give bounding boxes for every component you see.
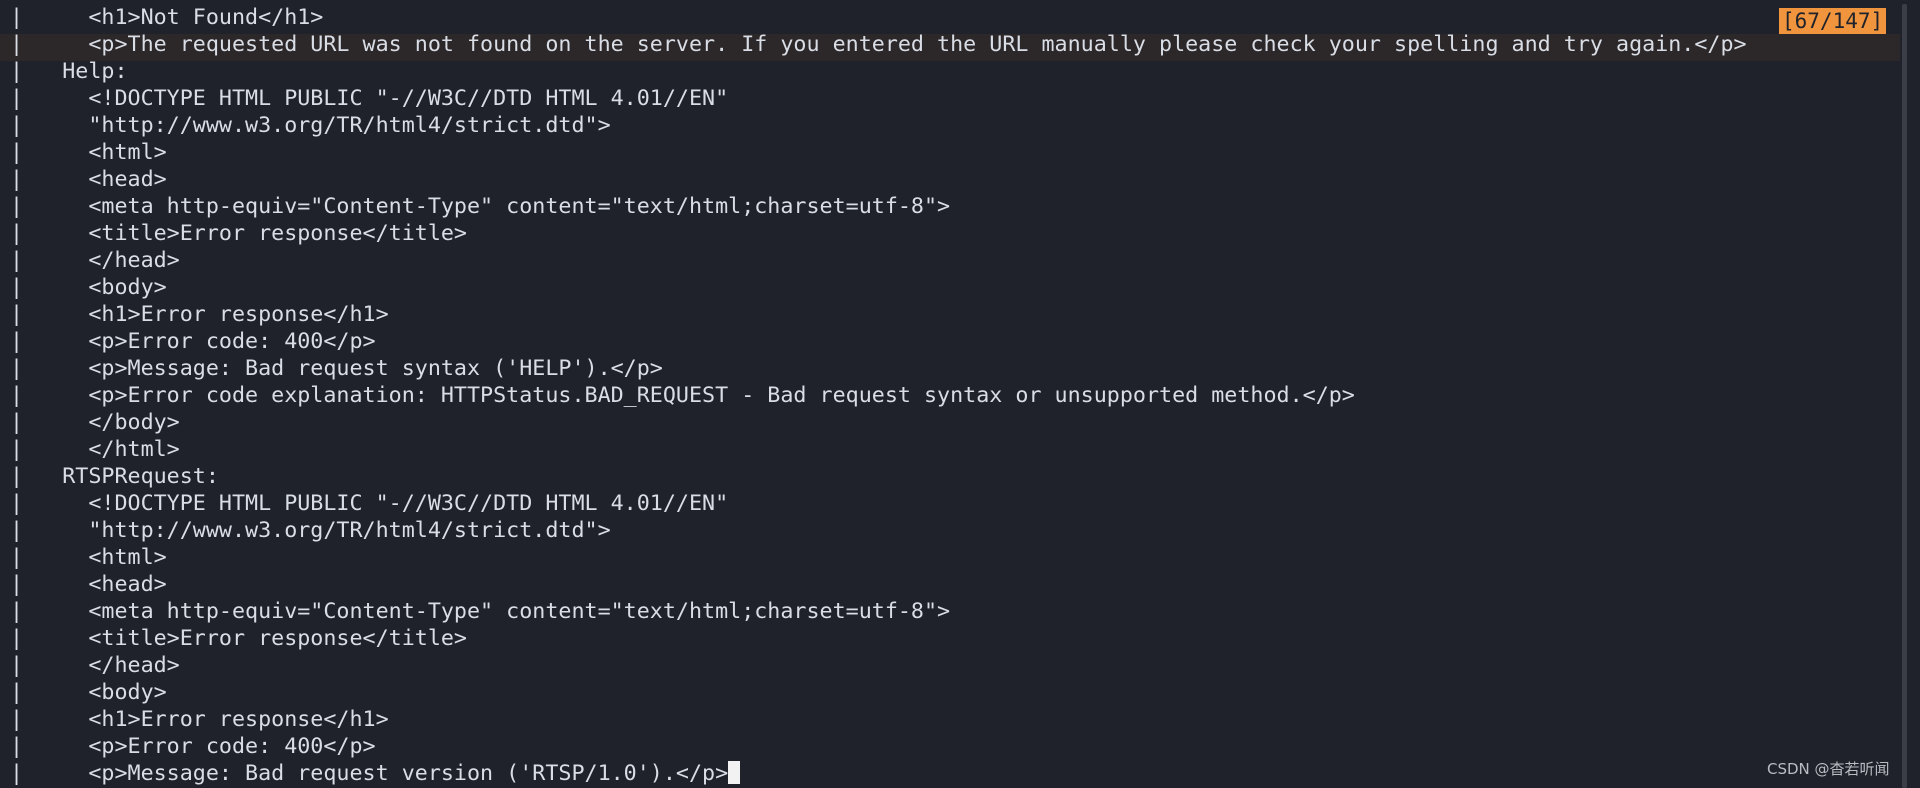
text-cursor (728, 761, 741, 784)
terminal-line: | <p>Error code explanation: HTTPStatus.… (10, 383, 1355, 408)
terminal-line: | RTSPRequest: (10, 464, 219, 489)
terminal-line: | </body> (10, 410, 180, 435)
terminal-line: | <head> (10, 167, 167, 192)
terminal-line: | "http://www.w3.org/TR/html4/strict.dtd… (10, 113, 611, 138)
terminal-line: | <h1>Error response</h1> (10, 707, 389, 732)
terminal-line: | Help: (10, 59, 128, 84)
terminal-line: | <html> (10, 140, 167, 165)
terminal-line: | <head> (10, 572, 167, 597)
terminal-line: | <p>Message: Bad request syntax ('HELP'… (10, 356, 663, 381)
terminal-line: | <html> (10, 545, 167, 570)
terminal-line: | </head> (10, 248, 180, 273)
terminal-line: | <title>Error response</title> (10, 221, 467, 246)
terminal-line: | <!DOCTYPE HTML PUBLIC "-//W3C//DTD HTM… (10, 491, 729, 516)
terminal-output[interactable]: | <h1>Not Found</h1> | <p>The requested U… (10, 4, 1747, 787)
terminal-line: | </html> (10, 437, 180, 462)
terminal-line: | <meta http-equiv="Content-Type" conten… (10, 194, 951, 219)
terminal-line: | <meta http-equiv="Content-Type" conten… (10, 599, 951, 624)
terminal-line: | <body> (10, 680, 167, 705)
scrollbar[interactable] (1902, 4, 1907, 788)
terminal-line: | <p>Message: Bad request version ('RTSP… (10, 760, 1747, 787)
pager-position-badge: [67/147] (1779, 8, 1887, 34)
terminal-line: | <h1>Not Found</h1> (10, 5, 324, 30)
terminal-line: | <p>Error code: 400</p> (10, 329, 376, 354)
terminal-line: | "http://www.w3.org/TR/html4/strict.dtd… (10, 518, 611, 543)
terminal-line: | <title>Error response</title> (10, 626, 467, 651)
terminal-line: | <h1>Error response</h1> (10, 302, 389, 327)
terminal-line: | <!DOCTYPE HTML PUBLIC "-//W3C//DTD HTM… (10, 86, 729, 111)
watermark: CSDN @杳若听闻 (1767, 760, 1890, 778)
terminal-line: | <p>Error code: 400</p> (10, 734, 376, 759)
terminal-line: | <body> (10, 275, 167, 300)
terminal-line: | </head> (10, 653, 180, 678)
terminal-line: | <p>The requested URL was not found on … (10, 32, 1747, 57)
